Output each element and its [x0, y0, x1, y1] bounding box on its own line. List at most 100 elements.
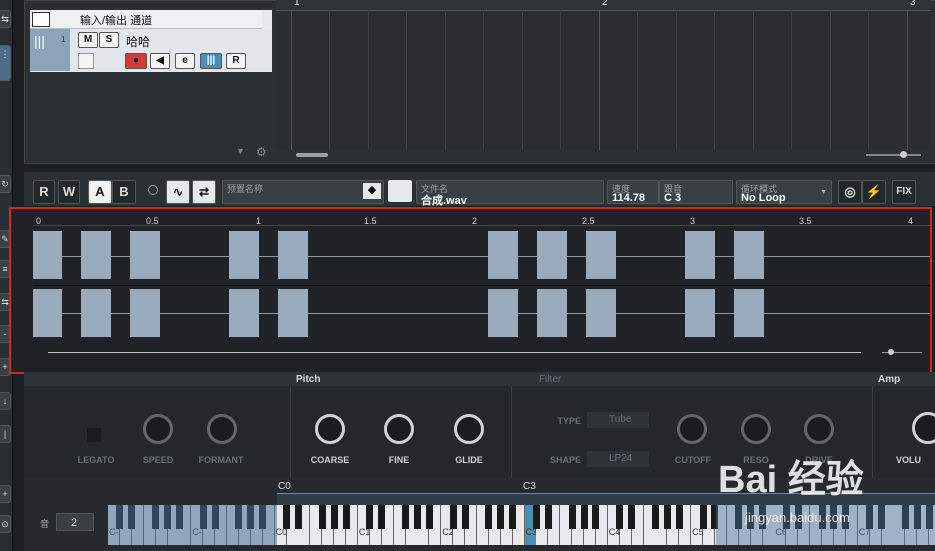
folder-icon [32, 12, 50, 27]
watermark-logo: Bai 经验 [718, 459, 864, 501]
toolbar-button[interactable]: | [0, 425, 11, 443]
black-key[interactable] [402, 505, 409, 529]
black-key[interactable] [544, 505, 552, 529]
file-name-value: 合成.wav [421, 195, 467, 207]
record-button[interactable]: ● [125, 53, 147, 69]
toolbar-button[interactable]: ⇆ [0, 10, 11, 28]
tempo-field[interactable]: 速度 114.78 [607, 180, 659, 204]
monitor-button[interactable]: ◀ [150, 53, 170, 69]
black-key[interactable] [485, 505, 493, 529]
black-key[interactable] [366, 505, 374, 529]
timeline-marker: 3 [910, 0, 916, 8]
volume-label: VOLU [896, 455, 922, 465]
lightning-icon[interactable]: ⚡ [862, 180, 886, 204]
horizontal-scrollbar[interactable] [296, 153, 328, 157]
coarse-knob[interactable] [315, 414, 345, 444]
solo-button[interactable]: S [99, 32, 119, 48]
read-button[interactable]: R [226, 53, 246, 69]
mute-button[interactable]: M [78, 32, 98, 48]
track-name[interactable]: 哈哈 [126, 33, 150, 50]
black-key[interactable] [592, 505, 600, 529]
toolbar-button[interactable]: ⋮ [0, 45, 11, 81]
root-key-value: C 3 [664, 192, 682, 204]
black-key[interactable] [425, 505, 433, 529]
toolbar-button[interactable]: ↻ [0, 175, 11, 193]
root-key-field[interactable]: 跟音 C 3 [659, 180, 733, 204]
timeline-marker: 1 [294, 0, 300, 8]
a-button[interactable]: A [88, 180, 112, 204]
reso-knob[interactable] [741, 414, 771, 444]
black-key[interactable] [675, 505, 683, 529]
black-key[interactable] [497, 505, 505, 529]
channel-button[interactable]: ||| [200, 53, 222, 69]
project-timeline[interactable]: 1 2 3 [276, 0, 931, 157]
swap-tool-icon[interactable]: ⇄ [192, 180, 216, 204]
speed-knob[interactable] [143, 414, 173, 444]
fine-knob[interactable] [384, 414, 414, 444]
coarse-label: COARSE [310, 455, 350, 465]
toolbar-button[interactable]: ⊙ [0, 515, 11, 533]
audio-track[interactable]: ||| 1 M S 哈哈 ● ◀ e ||| R [30, 29, 272, 71]
zoom-slider[interactable] [866, 151, 921, 158]
black-key[interactable] [509, 505, 517, 529]
black-key[interactable] [294, 505, 302, 529]
write-button[interactable]: W [58, 180, 80, 204]
toolbar-button[interactable]: ↓ [0, 392, 11, 410]
black-key[interactable] [283, 505, 290, 529]
keyboard-dim-overlay [108, 505, 277, 545]
black-key[interactable] [330, 505, 338, 529]
target-icon[interactable]: ◎ [838, 180, 862, 204]
pitch-section-title: Pitch [296, 374, 321, 385]
watermark-url: jingyan.baidu.com [745, 510, 850, 525]
voices-select[interactable]: 2 [56, 513, 94, 531]
range-low-label: C0 [278, 481, 291, 492]
fine-label: FINE [388, 455, 410, 465]
filter-section-title: Filter [539, 374, 562, 385]
black-key[interactable] [413, 505, 421, 529]
preset-icon[interactable]: ◆ [363, 183, 381, 199]
formant-label: FORMANT [198, 455, 244, 465]
black-key[interactable] [568, 505, 576, 529]
filter-type-select[interactable]: Tube [587, 412, 649, 428]
black-key[interactable] [461, 505, 469, 529]
black-key[interactable] [342, 505, 350, 529]
b-button[interactable]: B [112, 180, 136, 204]
black-key[interactable] [378, 505, 386, 529]
black-key[interactable] [699, 505, 707, 529]
range-high-label: C3 [523, 481, 536, 492]
loop-mode-select[interactable]: 循环模式 No Loop ▼ [736, 180, 832, 204]
drive-knob[interactable] [804, 414, 834, 444]
highlight-frame [9, 207, 932, 374]
filter-shape-select[interactable]: LP24 [587, 451, 649, 467]
file-name-field[interactable]: 文件名 合成.wav [416, 180, 604, 207]
black-key[interactable] [532, 505, 540, 529]
tempo-value: 114.78 [612, 192, 646, 204]
voices-label: 音 [40, 519, 50, 529]
timeline-marker: 2 [602, 0, 608, 8]
track-checkbox[interactable] [78, 53, 94, 69]
formant-knob[interactable] [207, 414, 237, 444]
legato-checkbox[interactable] [87, 428, 101, 442]
black-key[interactable] [318, 505, 326, 529]
black-key[interactable] [628, 505, 636, 529]
settings-gear-icon[interactable]: ⚙ [256, 145, 267, 159]
preset-field[interactable]: 预置名称 ◆ [222, 180, 384, 204]
black-key[interactable] [663, 505, 671, 529]
folder-track-name: 输入/输出 通道 [80, 15, 153, 27]
edit-button[interactable]: e [175, 53, 195, 69]
fix-button[interactable]: FIX [892, 180, 916, 204]
black-key[interactable] [616, 505, 624, 529]
black-key[interactable] [651, 505, 659, 529]
black-key[interactable] [449, 505, 457, 529]
dropdown-arrow-icon[interactable]: ▼ [236, 146, 245, 156]
read-button[interactable]: R [33, 180, 55, 204]
cutoff-knob[interactable] [677, 414, 707, 444]
toolbar-button[interactable]: + [0, 485, 11, 503]
curve-tool-icon[interactable]: ∿ [166, 180, 190, 204]
glide-knob[interactable] [454, 414, 484, 444]
folder-track[interactable]: 输入/输出 通道 [30, 10, 262, 29]
volume-knob[interactable] [912, 412, 935, 444]
shape-label: SHAPE [549, 455, 581, 465]
black-key[interactable] [580, 505, 588, 529]
folder-icon[interactable] [388, 180, 412, 202]
